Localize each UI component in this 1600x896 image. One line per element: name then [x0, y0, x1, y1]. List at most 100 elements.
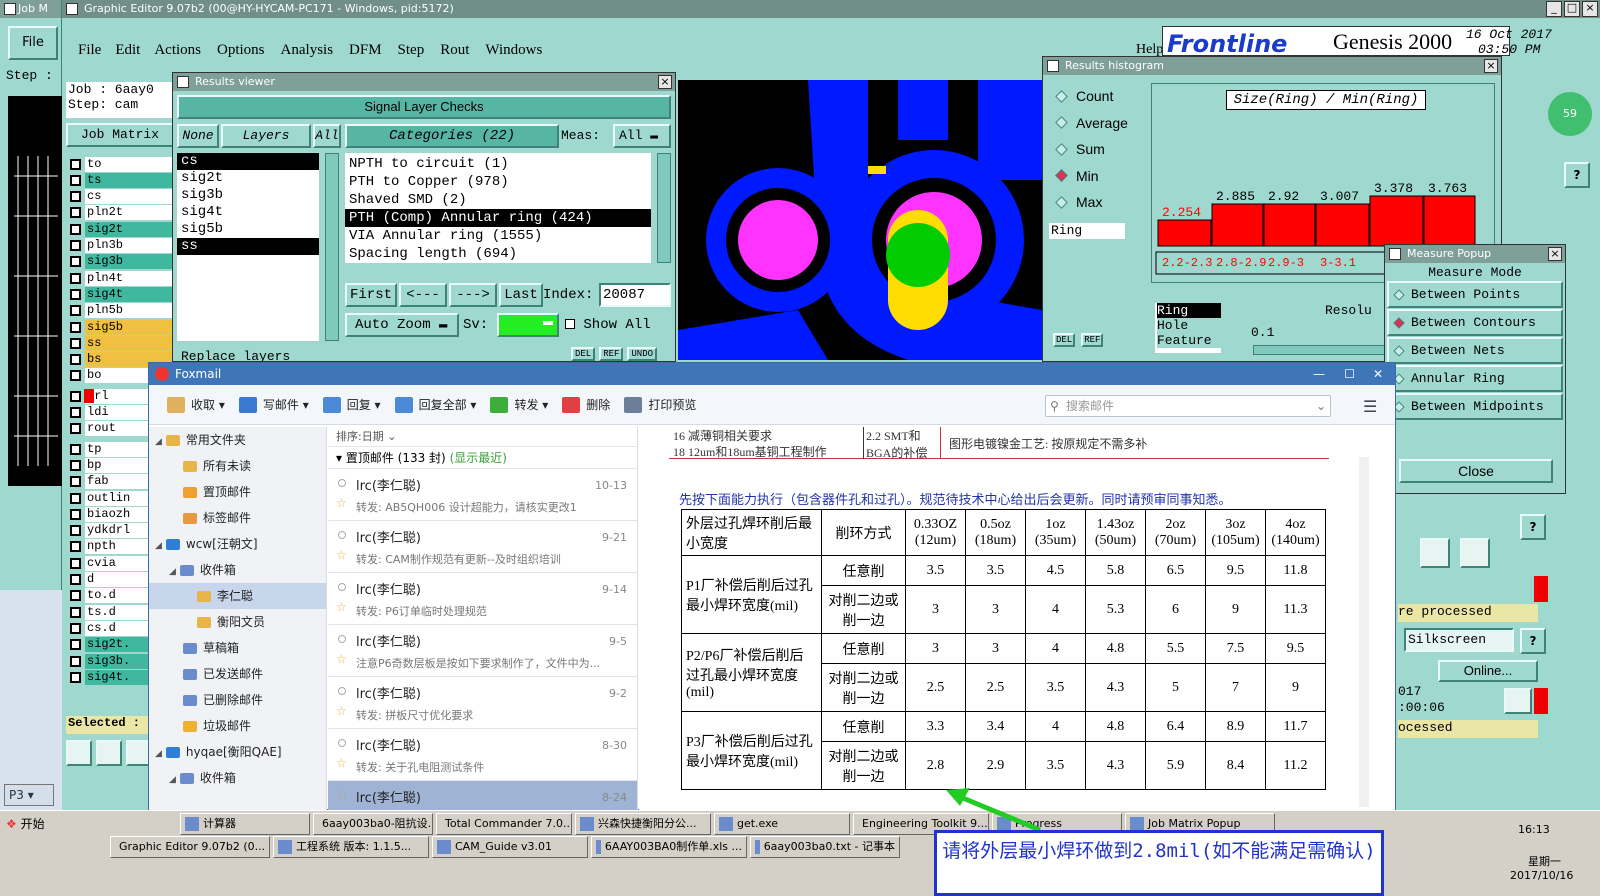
copy-icon[interactable] — [1420, 538, 1450, 568]
del-button[interactable]: DEL — [1053, 333, 1076, 347]
index-input[interactable]: 20087 — [599, 283, 671, 307]
layer-row[interactable]: pln3b — [66, 238, 172, 254]
chevron-down-icon[interactable]: ⌄ — [1316, 396, 1326, 416]
undo-button[interactable]: UNDO — [627, 347, 658, 361]
close-icon[interactable]: × — [1548, 247, 1562, 261]
ref-button[interactable]: REF — [1081, 333, 1104, 347]
layer-checkbox[interactable] — [70, 606, 81, 618]
prev-button[interactable]: <--- — [399, 283, 447, 307]
histogram-bar[interactable] — [1315, 203, 1370, 247]
folder-item[interactable]: 李仁聪 — [149, 583, 326, 609]
layer-checkbox[interactable] — [70, 207, 81, 219]
folder-item[interactable]: ◢ 收件箱 — [149, 557, 326, 583]
pinned-header[interactable]: ▾ 置顶邮件 (133 封) (显示最近) — [328, 447, 637, 469]
taskbar-button[interactable]: Total Commander 7.0... — [436, 813, 572, 835]
layer-checkbox[interactable] — [70, 321, 81, 333]
close-icon[interactable]: × — [1582, 1, 1598, 17]
maximize-icon[interactable]: ☐ — [1344, 363, 1355, 385]
layer-checkbox[interactable] — [70, 240, 81, 251]
category-item[interactable]: VIA Annular ring (1555) — [345, 227, 651, 245]
forward-button[interactable]: 转发 ▾ — [490, 396, 548, 413]
histogram-bar[interactable] — [1157, 219, 1212, 247]
reply-button[interactable]: 回复 ▾ — [322, 396, 381, 413]
layer-checkbox[interactable] — [70, 671, 81, 683]
receive-button[interactable]: 收取 ▾ — [167, 396, 225, 413]
help-icon[interactable]: ? — [1520, 514, 1546, 540]
folder-item[interactable]: 所有未读 — [149, 453, 326, 479]
job-matrix-button[interactable]: Job Matrix — [66, 123, 174, 147]
histogram-bar[interactable] — [1263, 203, 1316, 247]
layer-checkbox[interactable] — [70, 305, 81, 317]
minimize-icon[interactable]: — — [1313, 363, 1325, 385]
list-item[interactable]: Ring — [1157, 303, 1221, 318]
mail-item[interactable]: lrc(李仁聪) 8-30 ☆ 转发: 关于孔电阻测试条件 — [328, 729, 637, 781]
file-button[interactable]: File — [8, 26, 58, 60]
categories-button[interactable]: Categories (22) — [345, 124, 559, 148]
layer-checkbox[interactable] — [70, 337, 81, 349]
measure-tool-icon[interactable] — [96, 740, 122, 766]
taskbar-button[interactable]: CAM_Guide v3.01 — [432, 836, 588, 858]
layer-checkbox[interactable] — [70, 390, 81, 402]
list-item[interactable]: Hole — [1157, 318, 1221, 333]
mail-item[interactable]: lrc(李仁聪) 10-13 ☆ 转发: AB5QH006 设计超能力，请核实更改1 — [328, 469, 637, 521]
menu-actions[interactable]: Actions — [154, 42, 201, 59]
close-icon[interactable]: × — [658, 75, 672, 89]
taskbar-button[interactable]: 计算器 — [180, 813, 310, 835]
layer-checkbox[interactable] — [70, 639, 81, 651]
folder-item[interactable]: 衡阳文员 — [149, 609, 326, 635]
histogram-bar[interactable] — [1369, 195, 1424, 247]
menu-step[interactable]: Step — [398, 42, 425, 59]
maximize-icon[interactable]: □ — [1564, 1, 1580, 17]
layer-checkbox[interactable] — [70, 354, 81, 366]
meas-dropdown[interactable]: All ▬ — [613, 124, 671, 148]
category-list[interactable]: NPTH to circuit (1) PTH to Copper (978) Sh… — [345, 153, 651, 263]
folder-item[interactable]: 垃圾邮件 — [149, 713, 326, 739]
delete-button[interactable]: 删除 — [562, 396, 610, 413]
list-item[interactable]: Feature — [1157, 333, 1221, 348]
measure-mode-option[interactable]: Annular Ring — [1387, 365, 1563, 392]
pcb-canvas[interactable] — [678, 80, 1042, 360]
start-button[interactable]: ❖ 开始 — [2, 813, 54, 835]
folder-item[interactable]: 已发送邮件 — [149, 661, 326, 687]
next-button[interactable]: ---> — [449, 283, 497, 307]
layer-row[interactable]: pln5b — [66, 303, 172, 319]
zoom-tool-icon[interactable] — [66, 740, 92, 766]
result-layer-list[interactable]: cs sig2t sig3b sig4t sig5b ss — [177, 153, 319, 341]
layer-row[interactable]: ss — [66, 335, 172, 351]
folder-item[interactable]: ◢ wcw[汪朝文] — [149, 531, 326, 557]
layer-checkbox[interactable] — [70, 272, 81, 284]
folder-item[interactable]: 标签邮件 — [149, 505, 326, 531]
layer-row[interactable]: sig2t — [66, 221, 172, 237]
measure-mode-option[interactable]: Between Contours — [1387, 309, 1563, 336]
feature-list[interactable]: Ring Hole Feature — [1155, 303, 1221, 353]
compose-button[interactable]: 写邮件 ▾ — [238, 396, 309, 413]
folder-item[interactable]: 置顶邮件 — [149, 479, 326, 505]
zoom-icon[interactable] — [1504, 688, 1532, 714]
close-button[interactable]: Close — [1399, 459, 1553, 483]
category-item[interactable]: PTH (Comp) Annular ring (424) — [345, 209, 651, 227]
histogram-bar[interactable] — [1423, 195, 1476, 247]
help-icon[interactable]: ? — [1564, 162, 1590, 188]
search-input[interactable]: ⚲ 搜索邮件 ⌄ — [1045, 395, 1331, 417]
layer-checkbox[interactable] — [70, 525, 81, 537]
layer-checkbox[interactable] — [70, 459, 81, 471]
menu-options[interactable]: Options — [217, 42, 265, 59]
taskbar-button[interactable]: Graphic Editor 9.07b2 (0... — [110, 836, 270, 858]
help-icon[interactable]: ? — [1520, 628, 1546, 654]
close-icon[interactable]: × — [1484, 59, 1498, 73]
layer-row[interactable]: sig3b — [66, 254, 172, 270]
all-button[interactable]: All — [313, 124, 341, 148]
layer-row[interactable]: ts — [66, 172, 172, 188]
layer-checkbox[interactable] — [70, 158, 81, 170]
taskbar-button[interactable]: 兴森快捷衡阳分公... — [575, 813, 711, 835]
layer-checkbox[interactable] — [70, 223, 81, 235]
chevron-down-icon[interactable]: ◢ — [155, 437, 162, 447]
reply-all-button[interactable]: 回复全部 ▾ — [394, 396, 476, 413]
layer-checkbox[interactable] — [70, 492, 81, 504]
star-icon[interactable]: ☆ — [336, 704, 347, 718]
show-all-toggle[interactable]: Show All — [565, 317, 651, 333]
taskbar-button[interactable]: 6aay003ba0.txt - 记事本 — [750, 836, 900, 858]
measure-mode-option[interactable]: Between Midpoints — [1387, 393, 1563, 420]
sort-dropdown[interactable]: 排序:日期 ⌄ — [328, 427, 637, 447]
star-icon[interactable]: ☆ — [336, 756, 347, 770]
